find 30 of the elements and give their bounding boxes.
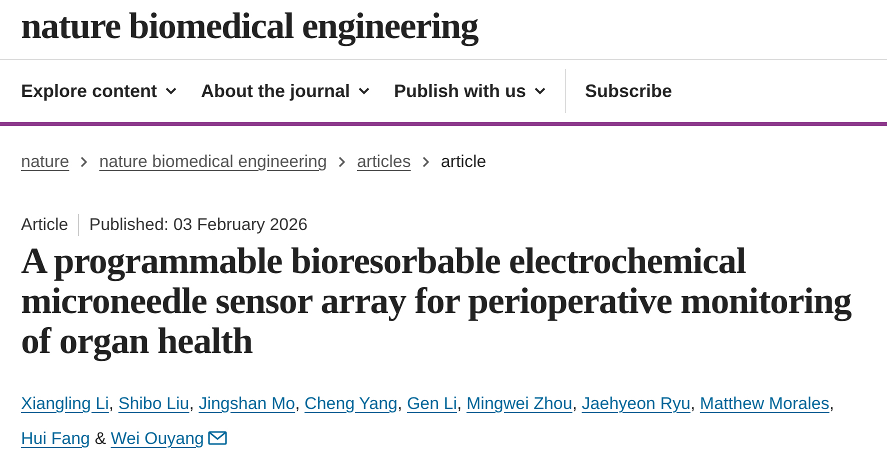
mail-icon[interactable] [208, 431, 228, 445]
author-link[interactable]: Cheng Yang [304, 394, 398, 413]
breadcrumb-link[interactable]: articles [356, 152, 411, 172]
article-title: A programmable bioresorbable electrochemical microneedle sensor array for perioperative monitoring of organ health [21, 242, 852, 362]
author-link[interactable]: Jingshan Mo [198, 394, 296, 413]
breadcrumb-current: article [440, 152, 486, 172]
journal-logo[interactable]: nature biomedical engineering [21, 5, 478, 48]
nav-menu-item[interactable]: Explore content [21, 80, 178, 102]
author-link[interactable]: Shibo Liu [118, 394, 190, 413]
chevron-down-icon [165, 87, 178, 95]
author-link[interactable]: Gen Li [406, 394, 458, 413]
article-type: Article [21, 215, 68, 235]
author-link[interactable]: Wei Ouyang [110, 429, 204, 448]
breadcrumb-link[interactable]: nature biomedical engineering [99, 152, 327, 172]
author-link[interactable]: Hui Fang [21, 429, 90, 448]
nav-menu-item[interactable]: About the journal [201, 80, 370, 102]
nav-menu-item[interactable]: Subscribe [585, 80, 672, 102]
publish-date: Published: 03 February 2026 [89, 215, 308, 235]
author-link[interactable]: Mingwei Zhou [466, 394, 572, 413]
author-link[interactable]: Jaehyeon Ryu [582, 394, 690, 413]
breadcrumb-link[interactable]: nature [21, 152, 70, 172]
chevron-down-icon [534, 87, 546, 95]
author-link[interactable]: Xiangling Li [21, 394, 109, 413]
chevron-right-icon [338, 156, 346, 168]
chevron-down-icon [358, 87, 370, 95]
author-link[interactable]: Matthew Morales [700, 394, 830, 413]
nav-menu-item[interactable]: Publish with us [394, 80, 546, 102]
chevron-right-icon [80, 156, 88, 168]
author-list: Xiangling Li, Shibo Liu, Jingshan Mo, Cheng Yang, Gen Li, Mingwei Zhou, Jaehyeon Ryu, Matthew Morales, Hui Fang & Wei Ouyang [21, 386, 871, 456]
chevron-right-icon [422, 156, 430, 168]
